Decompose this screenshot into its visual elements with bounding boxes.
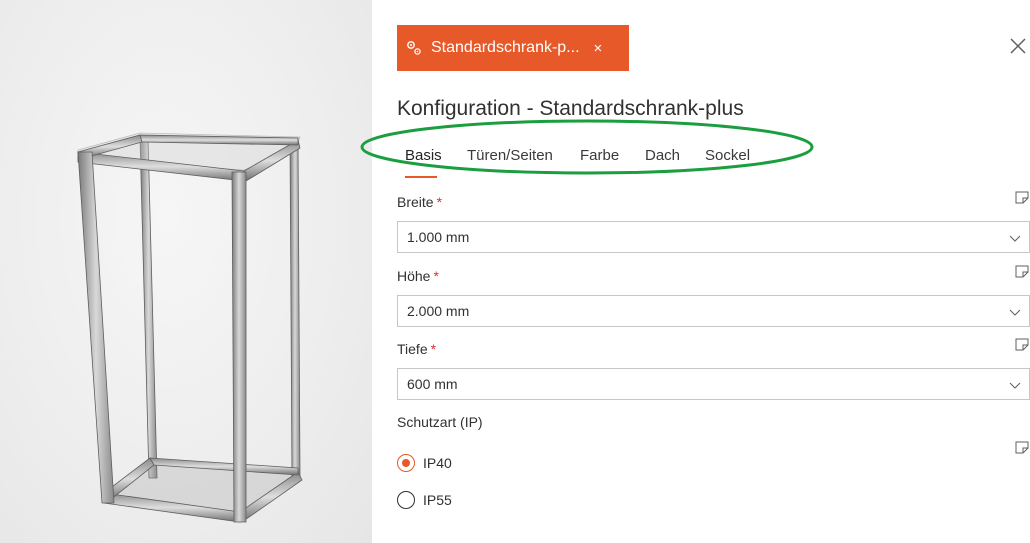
note-edit-icon[interactable] xyxy=(1015,264,1029,278)
note-edit-icon[interactable] xyxy=(1015,190,1029,204)
close-icon[interactable] xyxy=(1008,36,1028,56)
tab-basis[interactable]: Basis xyxy=(405,147,442,164)
chevron-down-icon xyxy=(1009,235,1021,242)
radio-ip55[interactable]: IP55 xyxy=(397,488,452,512)
schutzart-label: Schutzart (IP) xyxy=(397,414,483,430)
tiefe-select[interactable]: 600 mm xyxy=(397,368,1030,400)
3d-viewport[interactable] xyxy=(0,0,372,543)
tiefe-value: 600 mm xyxy=(407,376,458,392)
note-edit-icon[interactable] xyxy=(1015,337,1029,351)
hoehe-value: 2.000 mm xyxy=(407,303,470,319)
tab-sockel[interactable]: Sockel xyxy=(705,147,750,164)
radio-ip40[interactable]: IP40 xyxy=(397,451,452,475)
chevron-down-icon xyxy=(1009,382,1021,389)
breite-value: 1.000 mm xyxy=(407,229,470,245)
tiefe-label: Tiefe * xyxy=(397,341,437,357)
note-edit-icon[interactable] xyxy=(1015,440,1029,454)
document-tab[interactable]: Standardschrank-p... × xyxy=(397,25,629,71)
hoehe-label: Höhe * xyxy=(397,268,439,284)
radio-label-ip55: IP55 xyxy=(423,492,452,508)
radio-circle-checked xyxy=(397,454,415,472)
page-title: Konfiguration - Standardschrank-plus xyxy=(397,97,744,120)
breite-select[interactable]: 1.000 mm xyxy=(397,221,1030,253)
settings-gear-icon xyxy=(407,41,421,55)
radio-label-ip40: IP40 xyxy=(423,455,452,471)
configuration-panel: Standardschrank-p... × Konfiguration - S… xyxy=(360,0,1030,543)
tab-farbe[interactable]: Farbe xyxy=(580,147,619,164)
document-tab-title: Standardschrank-p... xyxy=(431,39,580,56)
document-tab-close-icon[interactable]: × xyxy=(594,40,603,57)
radio-circle xyxy=(397,491,415,509)
tab-dach[interactable]: Dach xyxy=(645,147,680,164)
breite-label: Breite * xyxy=(397,194,443,210)
hoehe-select[interactable]: 2.000 mm xyxy=(397,295,1030,327)
chevron-down-icon xyxy=(1009,309,1021,316)
active-tab-indicator xyxy=(405,176,437,178)
tab-tueren-seiten[interactable]: Türen/Seiten xyxy=(467,147,553,164)
cabinet-frame-render xyxy=(77,132,303,523)
